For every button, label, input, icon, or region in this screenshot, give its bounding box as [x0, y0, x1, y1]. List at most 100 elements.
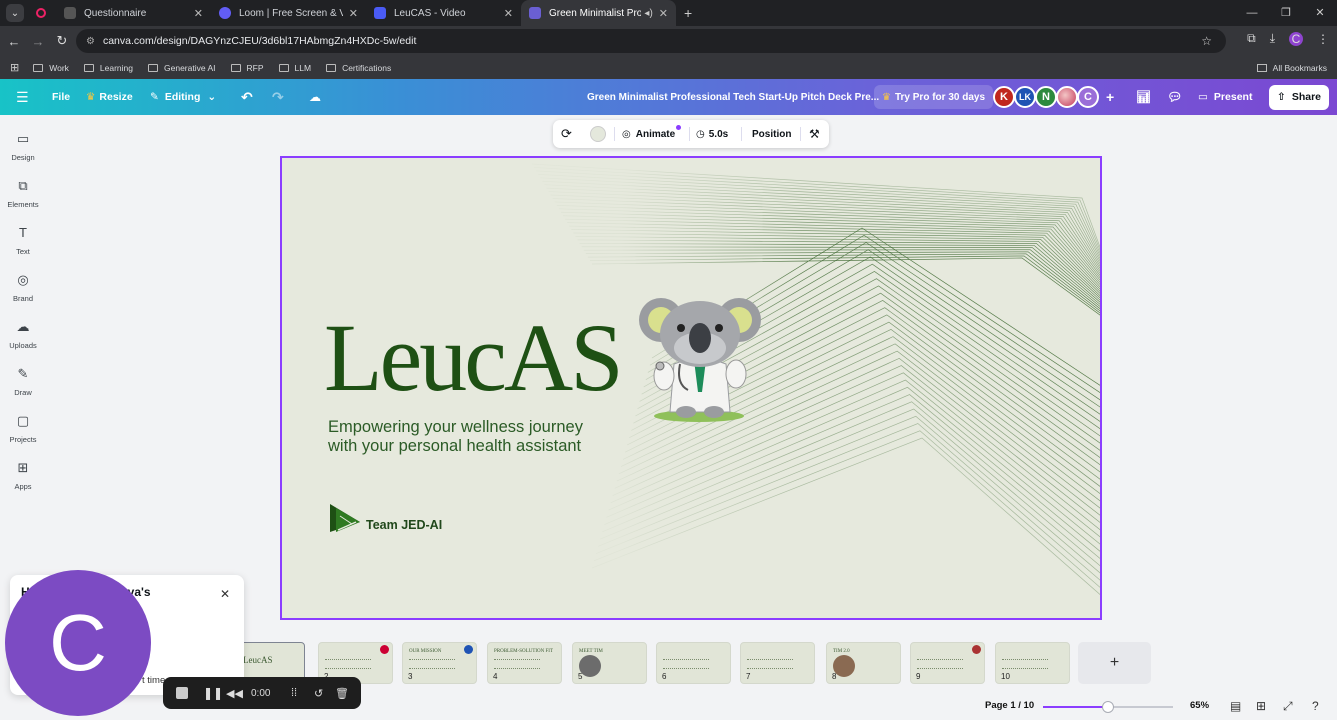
slide-title[interactable]: LeucAS [324, 310, 624, 406]
insights-chart-icon[interactable]: 📊︎ [1136, 90, 1151, 104]
bookmark-folder[interactable]: Work [33, 63, 69, 73]
chevron-down-icon: ⌄ [207, 91, 217, 103]
comment-icon[interactable]: 💬︎ [1167, 90, 1182, 104]
page-indicator[interactable]: Page 1 / 10 [985, 700, 1034, 711]
collaborator-avatar[interactable]: C [1077, 86, 1099, 108]
back-icon[interactable]: ← [2, 34, 26, 49]
fullscreen-icon[interactable]: ⤢ [1283, 699, 1293, 714]
close-tab-icon[interactable]: ✕ [194, 7, 203, 20]
notes-view-icon[interactable]: ▤ [1230, 699, 1241, 713]
pause-icon[interactable]: ❚❚ [203, 686, 223, 700]
bookmark-folder[interactable]: Generative AI [148, 63, 216, 73]
sidebar-item-projects[interactable]: ▢ Projects [0, 413, 46, 444]
reload-icon[interactable]: ↻ [50, 33, 74, 49]
menu-kebab-icon[interactable]: ⋮ [1317, 32, 1329, 46]
bookmark-folder[interactable]: LLM [278, 63, 311, 73]
forward-icon[interactable]: → [26, 34, 50, 49]
zoom-level[interactable]: 65% [1190, 700, 1209, 711]
duration-button[interactable]: ◷ 5.0s [696, 129, 728, 140]
grid-view-icon[interactable]: ⊞ [1256, 699, 1266, 713]
url-input[interactable]: ⚙ canva.com/design/DAGYnzCJEU/3d6bl17HAb… [76, 29, 1226, 53]
sidebar-item-design[interactable]: ▭ Design [0, 131, 46, 162]
present-label: Present [1213, 91, 1253, 103]
page-thumbnail[interactable]: TIM 2.0 8 [826, 642, 901, 684]
slide-canvas[interactable]: LeucAS Empowering your wellness journey … [280, 156, 1102, 620]
collaborator-avatar[interactable]: LK [1014, 86, 1036, 108]
webcam-avatar-bubble[interactable]: C [5, 570, 151, 716]
sidebar-item-draw[interactable]: ✎ Draw [0, 366, 46, 397]
present-button[interactable]: ▭ Present [1198, 91, 1252, 103]
bookmark-folder[interactable]: Learning [83, 63, 133, 73]
apps-grid-icon[interactable]: ⊞ [10, 61, 19, 74]
design-title[interactable]: Green Minimalist Professional Tech Start… [587, 92, 879, 103]
restart-icon[interactable]: ↺ [314, 687, 323, 700]
koala-doctor-illustration[interactable] [636, 294, 766, 424]
team-block[interactable]: Team JED-AI [328, 502, 442, 534]
page-thumbnail[interactable]: OUR MISSION 3 [402, 642, 477, 684]
restore-icon[interactable]: ❐ [1269, 0, 1303, 26]
download-icon[interactable]: ⤓ [1270, 31, 1275, 46]
browser-tab[interactable]: Loom | Free Screen & Video Re ✕ [211, 0, 366, 26]
sidebar-item-uploads[interactable]: ☁ Uploads [0, 319, 46, 350]
site-info-icon[interactable]: ⚙ [86, 36, 95, 47]
position-button[interactable]: Position [752, 129, 791, 140]
page-thumbnail[interactable]: 9 [910, 642, 985, 684]
trash-icon[interactable]: 🗑︎ [335, 687, 349, 700]
redo-icon[interactable]: ↷ [272, 89, 284, 106]
page-thumbnail[interactable]: 6 [656, 642, 731, 684]
add-page-button[interactable]: + [1078, 642, 1151, 684]
replace-rotate-icon[interactable]: ⟳ [561, 126, 572, 142]
paint-roller-icon[interactable]: ⚒ [809, 127, 820, 141]
close-tab-icon[interactable]: ✕ [349, 7, 358, 20]
slide-tagline[interactable]: Empowering your wellness journey with yo… [328, 418, 608, 456]
undo-icon[interactable]: ↶ [241, 89, 253, 106]
page-thumbnail[interactable]: 10 [995, 642, 1070, 684]
browser-tab-active[interactable]: Green Minimalist Profession ◂) ✕ [521, 0, 676, 26]
bookmark-star-icon[interactable]: ☆ [1201, 34, 1212, 48]
thumbnail-title: OUR MISSION [409, 649, 442, 654]
new-tab-button[interactable]: + [684, 5, 692, 21]
sidebar-item-elements[interactable]: ⧉ Elements [0, 178, 46, 209]
page-thumbnail[interactable]: PROBLEM-SOLUTION FIT 4 [487, 642, 562, 684]
main-menu-icon[interactable]: ☰ [16, 89, 29, 106]
collaborator-avatar[interactable]: N [1035, 86, 1057, 108]
resize-button[interactable]: ♛ Resize [86, 91, 133, 103]
stop-recording-icon[interactable] [176, 687, 188, 699]
profile-avatar[interactable]: C [1289, 31, 1303, 46]
address-bar: ← → ↻ ⚙ canva.com/design/DAGYnzCJEU/3d6b… [0, 26, 1337, 56]
close-tab-icon[interactable]: ✕ [659, 7, 668, 20]
tab-search-button[interactable]: ⌄ [6, 4, 24, 22]
rewind-icon[interactable]: ◀◀ [226, 687, 243, 700]
close-window-icon[interactable]: ✕ [1303, 0, 1337, 26]
minimize-icon[interactable]: — [1235, 0, 1269, 26]
close-tab-icon[interactable]: ✕ [504, 7, 513, 20]
animate-button[interactable]: ◎ Animate [622, 124, 682, 140]
sidebar-item-apps[interactable]: ⊞ Apps [0, 460, 46, 491]
cloud-save-icon[interactable]: ☁ [309, 90, 321, 104]
drag-handle-icon[interactable]: ⁞⁞ [291, 687, 297, 699]
sidebar-item-text[interactable]: T Text [0, 225, 46, 256]
sidebar-item-brand[interactable]: ◎ Brand [0, 272, 46, 303]
color-swatch-button[interactable] [590, 126, 606, 142]
pencil-icon: ✎ [150, 91, 159, 103]
page-thumbnail[interactable]: MEET TIM 5 [572, 642, 647, 684]
collaborator-avatar[interactable]: K [993, 86, 1015, 108]
collaborator-photo-avatar[interactable] [1056, 86, 1078, 108]
share-button[interactable]: ⇧ Share [1269, 84, 1329, 110]
speaker-icon[interactable]: ◂) [644, 8, 652, 19]
add-collaborator-icon[interactable]: + [1106, 89, 1114, 105]
close-icon[interactable]: ✕ [220, 587, 230, 601]
survey-option[interactable]: t time [142, 675, 165, 686]
extensions-icon[interactable]: ⧉ [1247, 31, 1256, 46]
all-bookmarks-button[interactable]: All Bookmarks [1256, 63, 1327, 73]
zoom-slider-handle[interactable] [1102, 701, 1114, 713]
browser-tab[interactable]: Questionnaire ✕ [56, 0, 211, 26]
file-menu-button[interactable]: File [52, 91, 70, 103]
bookmark-folder[interactable]: Certifications [326, 63, 391, 73]
help-icon[interactable]: ? [1312, 699, 1319, 713]
browser-tab[interactable]: LeuCAS - Video ✕ [366, 0, 521, 26]
editing-mode-dropdown[interactable]: ✎ Editing ⌄ [150, 91, 216, 103]
page-thumbnail[interactable]: 7 [740, 642, 815, 684]
bookmark-folder[interactable]: RFP [230, 63, 264, 73]
try-pro-button[interactable]: ♛ Try Pro for 30 days [874, 85, 994, 109]
